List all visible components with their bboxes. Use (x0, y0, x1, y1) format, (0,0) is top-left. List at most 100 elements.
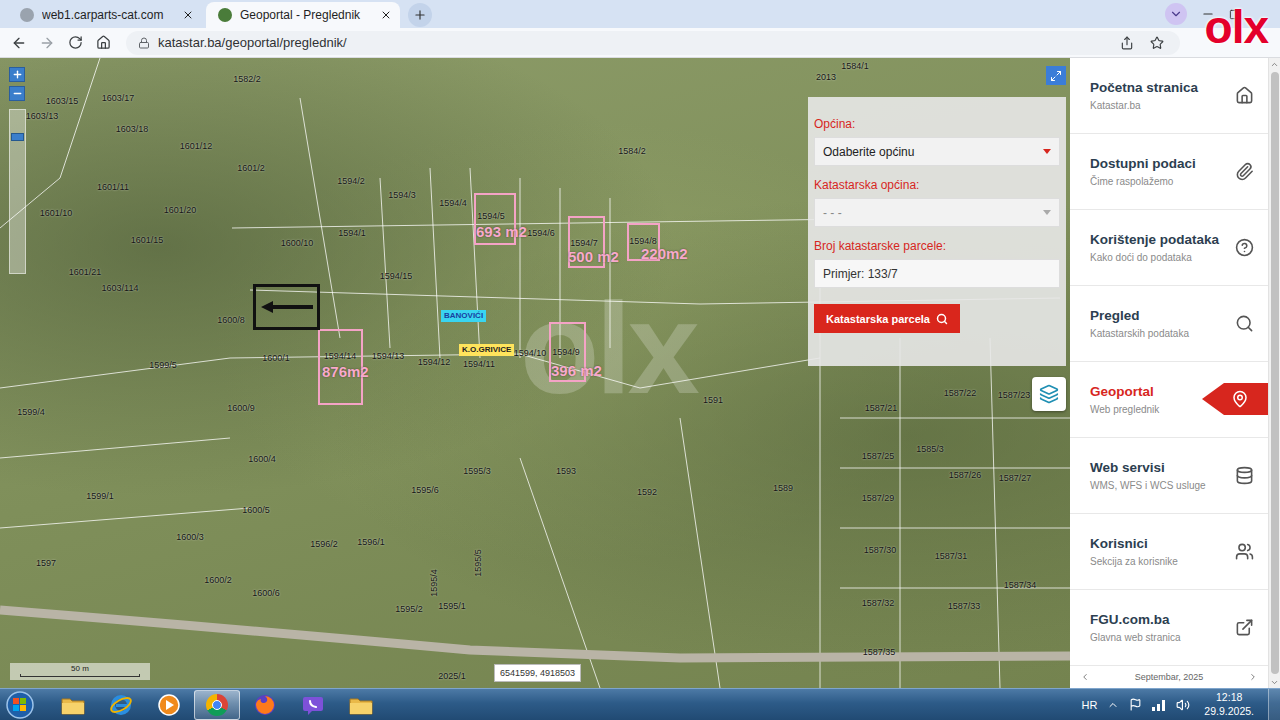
parcel-label[interactable]: 1585/3 (916, 445, 944, 454)
taskbar-app[interactable] (50, 690, 96, 720)
show-hidden-icon[interactable] (1107, 699, 1119, 711)
nav-item[interactable]: PregledKatastarskih podataka (1070, 286, 1268, 362)
map[interactable]: olx1582/21584/120131603/151603/171603/13… (0, 58, 1070, 688)
parcel-label[interactable]: 1594/7 (570, 239, 598, 248)
parcel-label[interactable]: 1594/2 (337, 177, 365, 186)
nav-item[interactable]: Početna stranicaKatastar.ba (1070, 58, 1268, 134)
parcel-label[interactable]: 1595/2 (395, 605, 423, 614)
parcel-label[interactable]: 1600/5 (242, 506, 270, 515)
browser-tab[interactable]: web1.carparts-cat.com (8, 2, 202, 28)
parcel-label[interactable]: 1593 (556, 467, 576, 476)
parcel-label[interactable]: 1595/6 (411, 486, 439, 495)
network-icon[interactable] (1152, 699, 1166, 711)
zoom-slider[interactable] (9, 109, 26, 274)
scroll-down-icon[interactable] (1270, 678, 1279, 687)
parcel-label[interactable]: 1600/10 (281, 239, 314, 248)
nav-item[interactable]: Web servisiWMS, WFS i WCS usluge (1070, 438, 1268, 514)
parcel-label[interactable]: 1601/10 (40, 209, 73, 218)
parcel-label[interactable]: 1587/29 (862, 494, 895, 503)
parcel-label[interactable]: 1594/6 (527, 229, 555, 238)
parcel-label[interactable]: 1594/8 (629, 237, 657, 246)
back-button[interactable] (8, 32, 30, 54)
parcel-label[interactable]: 1595/1 (438, 602, 466, 611)
parcel-label[interactable]: 1600/4 (248, 455, 276, 464)
taskbar-app[interactable] (194, 690, 240, 720)
text-field[interactable]: Primjer: 133/7 (814, 259, 1060, 288)
share-button[interactable] (1116, 32, 1138, 54)
home-button[interactable] (92, 32, 114, 54)
zoom-handle[interactable] (11, 133, 24, 141)
taskbar-app[interactable] (338, 690, 384, 720)
parcel-label[interactable]: 1587/33 (948, 602, 981, 611)
nav-item[interactable]: KorisniciSekcija za korisnike (1070, 514, 1268, 590)
chevron-right-icon[interactable] (1248, 672, 1258, 682)
start-button[interactable] (2, 690, 38, 720)
clock[interactable]: 12:1829.9.2025. (1200, 691, 1258, 718)
parcel-label[interactable]: 1587/27 (999, 474, 1032, 483)
chevron-left-icon[interactable] (1080, 672, 1090, 682)
parcel-label[interactable]: 2013 (816, 73, 836, 82)
parcel-label[interactable]: 1596/2 (310, 540, 338, 549)
parcel-label[interactable]: 1594/14 (324, 352, 357, 361)
parcel-label[interactable]: 1603/15 (46, 97, 79, 106)
zoom-in-button[interactable] (9, 67, 25, 82)
parcel-label[interactable]: 1587/26 (949, 471, 982, 480)
parcel-label[interactable]: 1601/11 (97, 183, 129, 192)
parcel-label[interactable]: 1587/21 (865, 404, 898, 413)
flag-icon[interactable] (1129, 698, 1142, 711)
parcel-label[interactable]: 1595/4 (430, 569, 439, 597)
parcel-label[interactable]: 1603/17 (102, 94, 135, 103)
parcel-label[interactable]: 1599/1 (86, 492, 114, 501)
parcel-label[interactable]: 1584/2 (618, 147, 646, 156)
parcel-label[interactable]: 1594/3 (388, 191, 416, 200)
volume-icon[interactable] (1176, 698, 1190, 712)
parcel-label[interactable]: 1595/5 (474, 549, 483, 577)
language-indicator[interactable]: HR (1081, 699, 1097, 711)
parcel-label[interactable]: 1594/4 (439, 199, 467, 208)
parcel-label[interactable]: 1600/3 (176, 533, 204, 542)
parcel-label[interactable]: 1600/6 (252, 589, 280, 598)
layers-button[interactable] (1032, 377, 1066, 411)
taskbar-app[interactable] (98, 690, 144, 720)
taskbar-app[interactable] (242, 690, 288, 720)
parcel-label[interactable]: 1597 (36, 559, 56, 568)
parcel-label[interactable]: 1584/1 (841, 62, 869, 71)
parcel-label[interactable]: 1587/23 (998, 391, 1031, 400)
fullscreen-button[interactable] (1046, 66, 1066, 85)
nav-item[interactable]: GeoportalWeb preglednik (1070, 362, 1268, 438)
zoom-out-button[interactable] (9, 86, 25, 101)
parcel-label[interactable]: 1594/9 (552, 348, 580, 357)
parcel-label[interactable]: 1594/10 (514, 349, 547, 358)
parcel-label[interactable]: 1594/5 (477, 212, 505, 221)
parcel-label[interactable]: 1594/12 (418, 358, 451, 367)
parcel-label[interactable]: 1601/2 (237, 164, 265, 173)
scroll-up-icon[interactable] (1270, 60, 1279, 69)
tab-search-button[interactable] (1165, 3, 1187, 25)
new-tab-button[interactable] (408, 3, 432, 27)
parcel-label[interactable]: 1587/25 (862, 452, 895, 461)
nav-item[interactable]: Dostupni podaciČime raspolažemo (1070, 134, 1268, 210)
parcel-label[interactable]: 1601/21 (69, 268, 102, 277)
taskbar-app[interactable] (290, 690, 336, 720)
parcel-label[interactable]: 1587/31 (935, 552, 968, 561)
reload-button[interactable] (64, 32, 86, 54)
parcel-label[interactable]: 1600/1 (262, 354, 290, 363)
browser-tab[interactable]: Geoportal - Preglednik (206, 2, 400, 28)
parcel-label[interactable]: 1596/1 (357, 538, 385, 547)
parcel-label[interactable]: 1591 (703, 396, 723, 405)
parcel-label[interactable]: 1587/30 (864, 546, 897, 555)
parcel-label[interactable]: 1582/2 (233, 75, 261, 84)
parcel-label[interactable]: 1600/9 (227, 404, 255, 413)
parcel-label[interactable]: 1595/3 (463, 467, 491, 476)
parcel-label[interactable]: 1599/5 (149, 361, 177, 370)
select-field[interactable]: Odaberite općinu (814, 137, 1060, 166)
parcel-label[interactable]: 1603/114 (102, 284, 139, 293)
scroll-thumb[interactable] (1271, 72, 1279, 674)
parcel-label[interactable]: 1594/1 (338, 229, 366, 238)
search-button[interactable]: Katastarska parcela (814, 304, 960, 333)
parcel-label[interactable]: 1594/11 (463, 360, 495, 369)
parcel-label[interactable]: 1601/15 (131, 236, 164, 245)
url-field[interactable]: katastar.ba/geoportal/preglednik/ (126, 31, 1180, 55)
nav-item[interactable]: Korištenje podatakaKako doći do podataka (1070, 210, 1268, 286)
parcel-label[interactable]: 1601/20 (164, 206, 197, 215)
